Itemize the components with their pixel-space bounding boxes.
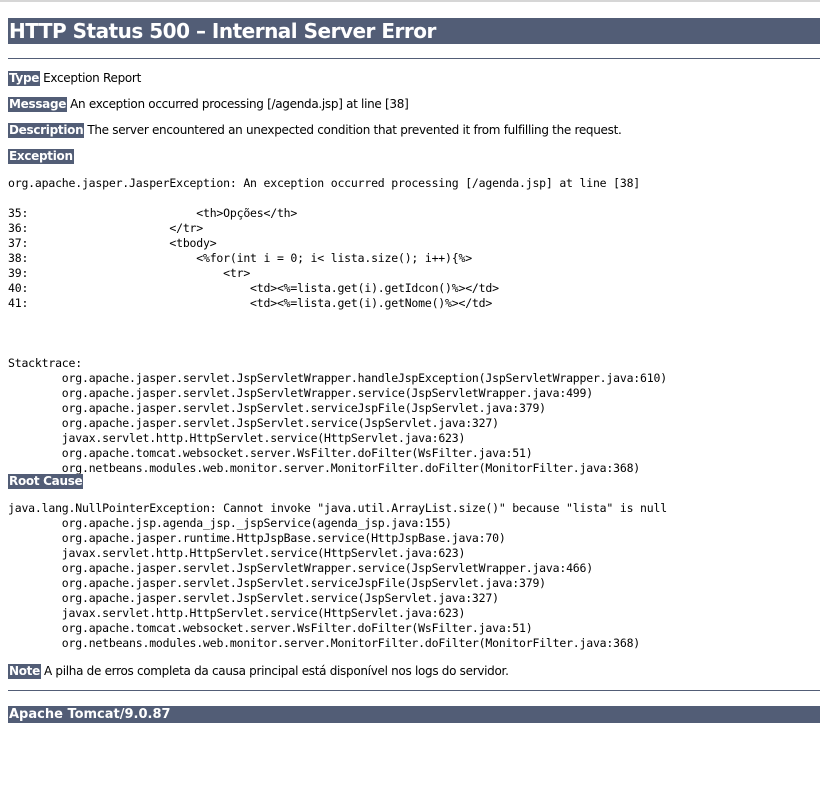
stacktrace-line: org.apache.jasper.servlet.JspServlet.ser… (8, 591, 499, 605)
title-divider (8, 58, 820, 59)
note-row: Note A pilha de erros completa da causa p… (8, 663, 509, 679)
type-value: Exception Report (43, 71, 141, 85)
code-line: 36: </tr> (8, 221, 203, 235)
root-cause-label: Root Cause (8, 474, 84, 489)
exception-row: Exception (8, 148, 77, 164)
root-cause-header: java.lang.NullPointerException: Cannot i… (8, 501, 667, 515)
stacktrace-line: org.apache.jasper.servlet.JspServlet.ser… (8, 416, 499, 430)
note-label: Note (8, 664, 41, 679)
note-value: A pilha de erros completa da causa princ… (43, 664, 509, 678)
code-line: 37: <tbody> (8, 236, 217, 250)
stacktrace-line: org.apache.tomcat.websocket.server.WsFil… (8, 446, 533, 460)
error-page: HTTP Status 500 – Internal Server Error … (8, 18, 820, 723)
stacktrace-label: Stacktrace: (8, 356, 82, 370)
exception-label: Exception (8, 149, 74, 164)
stacktrace-line: org.apache.jasper.servlet.JspServletWrap… (8, 371, 667, 385)
stacktrace-line: org.apache.jsp.agenda_jsp._jspService(ag… (8, 516, 452, 530)
stacktrace-line: javax.servlet.http.HttpServlet.service(H… (8, 431, 466, 445)
code-line: 38: <%for(int i = 0; i< lista.size(); i+… (8, 251, 472, 265)
exception-header: org.apache.jasper.JasperException: An ex… (8, 176, 641, 190)
stacktrace-line: org.netbeans.modules.web.monitor.server.… (8, 461, 641, 475)
code-line: 35: <th>Opções</th> (8, 206, 298, 220)
stacktrace-line: javax.servlet.http.HttpServlet.service(H… (8, 546, 466, 560)
stacktrace-line: org.apache.jasper.runtime.HttpJspBase.se… (8, 531, 506, 545)
stacktrace-line: org.apache.jasper.servlet.JspServletWrap… (8, 386, 593, 400)
type-label: Type (8, 71, 41, 86)
code-line: 40: <td><%=lista.get(i).getIdcon()%></td… (8, 281, 499, 295)
code-line: 41: <td><%=lista.get(i).getNome()%></td> (8, 296, 493, 310)
stacktrace-line: javax.servlet.http.HttpServlet.service(H… (8, 606, 466, 620)
code-line: 39: <tr> (8, 266, 251, 280)
root-cause-row: Root Cause (8, 473, 86, 489)
exception-block: org.apache.jasper.JasperException: An ex… (8, 176, 667, 476)
stacktrace-line: org.apache.jasper.servlet.JspServlet.ser… (8, 401, 546, 415)
stacktrace-line: org.apache.tomcat.websocket.server.WsFil… (8, 621, 533, 635)
page-title: HTTP Status 500 – Internal Server Error (8, 18, 820, 44)
message-value: An exception occurred processing [/agend… (70, 97, 409, 111)
top-border (0, 0, 820, 2)
stacktrace-line: org.apache.jasper.servlet.JspServlet.ser… (8, 576, 546, 590)
stacktrace-line: org.apache.jasper.servlet.JspServletWrap… (8, 561, 593, 575)
description-label: Description (8, 123, 85, 138)
description-row: Description The server encountered an une… (8, 122, 622, 138)
stacktrace-line: org.netbeans.modules.web.monitor.server.… (8, 636, 641, 650)
type-row: Type Exception Report (8, 70, 141, 86)
description-value: The server encountered an unexpected con… (87, 123, 622, 137)
message-row: Message An exception occurred processing … (8, 96, 409, 112)
message-label: Message (8, 97, 68, 112)
root-cause-block: java.lang.NullPointerException: Cannot i… (8, 501, 667, 651)
server-footer: Apache Tomcat/9.0.87 (8, 706, 820, 723)
footer-divider (8, 690, 820, 691)
